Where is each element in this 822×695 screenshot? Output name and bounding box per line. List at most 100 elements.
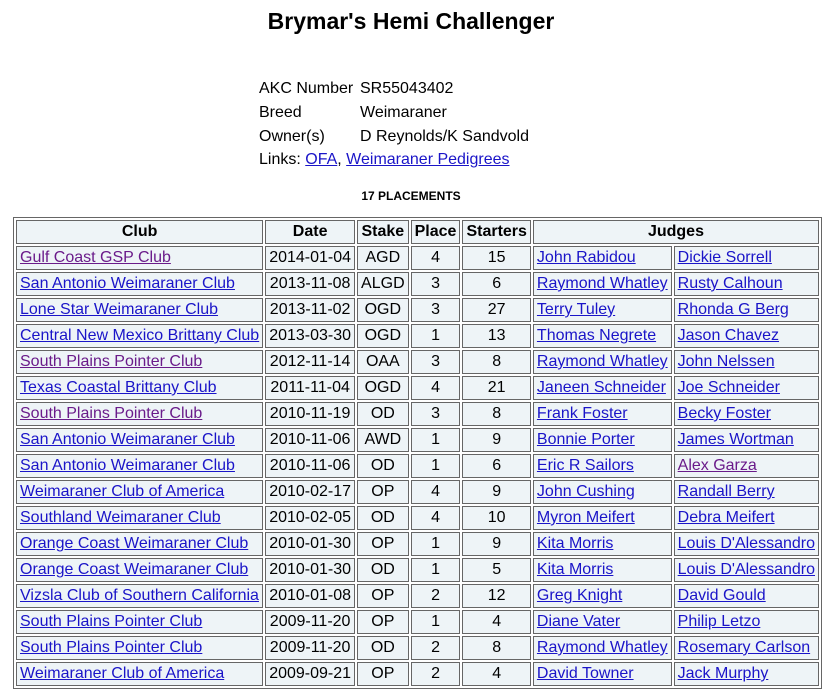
table-row: Lone Star Weimaraner Club 2013-11-02 OGD 3 2… — [16, 298, 819, 322]
stake-cell: OGD — [357, 324, 409, 348]
date-cell: 2011-11-04 — [265, 376, 356, 400]
table-row: South Plains Pointer Club 2010-11-19 OD 3 8 F… — [16, 402, 819, 426]
judge-link[interactable]: Diane Vater — [537, 613, 620, 630]
placements-heading: 17 PLACEMENTS — [361, 189, 461, 203]
starters-cell: 15 — [462, 246, 531, 270]
weimaraner-pedigrees-link[interactable]: Weimaraner Pedigrees — [346, 151, 509, 168]
judge-link[interactable]: David Gould — [678, 587, 766, 604]
place-cell: 3 — [410, 402, 461, 426]
club-link[interactable]: Vizsla Club of Southern California — [20, 587, 259, 604]
table-row: Southland Weimaraner Club 2010-02-05 OD 4 10… — [16, 506, 819, 530]
judge-cell: Philip Letzo — [673, 610, 819, 634]
place-cell: 4 — [410, 480, 461, 504]
judge-cell: Rosemary Carlson — [673, 636, 819, 660]
club-link[interactable]: Weimaraner Club of America — [20, 483, 224, 500]
judge-link[interactable]: Debra Meifert — [678, 509, 775, 526]
starters-cell: 8 — [462, 350, 531, 374]
judge-link[interactable]: Terry Tuley — [537, 301, 615, 318]
judge-link[interactable]: Eric R Sailors — [537, 457, 634, 474]
table-row: San Antonio Weimaraner Club 2010-11-06 OD 1… — [16, 454, 819, 478]
club-link[interactable]: San Antonio Weimaraner Club — [20, 431, 235, 448]
club-cell: South Plains Pointer Club — [16, 402, 264, 426]
judge-link[interactable]: Becky Foster — [678, 405, 771, 422]
club-link[interactable]: South Plains Pointer Club — [20, 639, 202, 656]
judge-link[interactable]: Jack Murphy — [678, 665, 769, 682]
stake-cell: OP — [357, 610, 409, 634]
judge-link[interactable]: John Nelssen — [678, 353, 775, 370]
judge-link[interactable]: Rosemary Carlson — [678, 639, 810, 656]
table-row: Orange Coast Weimaraner Club 2010-01-30 OD… — [16, 558, 819, 582]
club-cell: South Plains Pointer Club — [16, 350, 264, 374]
judge-cell: Jason Chavez — [673, 324, 819, 348]
judge-link[interactable]: John Rabidou — [537, 249, 636, 266]
judge-link[interactable]: Randall Berry — [678, 483, 775, 500]
judge-link[interactable]: Myron Meifert — [537, 509, 635, 526]
club-link[interactable]: San Antonio Weimaraner Club — [20, 457, 235, 474]
judge-link[interactable]: Greg Knight — [537, 587, 622, 604]
place-cell: 4 — [410, 376, 461, 400]
judge-link[interactable]: Janeen Schneider — [537, 379, 666, 396]
judge-link[interactable]: Bonnie Porter — [537, 431, 635, 448]
judge-link[interactable]: John Cushing — [537, 483, 635, 500]
column-header-date: Date — [265, 220, 356, 244]
judge-link[interactable]: Rusty Calhoun — [678, 275, 783, 292]
judge-link[interactable]: James Wortman — [678, 431, 794, 448]
starters-cell: 4 — [462, 610, 531, 634]
judge-link[interactable]: Louis D'Alessandro — [678, 561, 815, 578]
judge-link[interactable]: Kita Morris — [537, 535, 613, 552]
stake-cell: OGD — [357, 376, 409, 400]
starters-cell: 12 — [462, 584, 531, 608]
judge-link[interactable]: Louis D'Alessandro — [678, 535, 815, 552]
judge-link[interactable]: Thomas Negrete — [537, 327, 656, 344]
club-link[interactable]: Lone Star Weimaraner Club — [20, 301, 218, 318]
judge-cell: Myron Meifert — [532, 506, 672, 530]
club-link[interactable]: Southland Weimaraner Club — [20, 509, 221, 526]
links-label: Links: — [259, 151, 301, 168]
club-link[interactable]: South Plains Pointer Club — [20, 613, 202, 630]
date-cell: 2009-11-20 — [265, 610, 356, 634]
table-row: San Antonio Weimaraner Club 2013-11-08 ALG… — [16, 272, 819, 296]
column-header-place: Place — [410, 220, 461, 244]
info-label: Owner(s) — [259, 128, 325, 145]
club-link[interactable]: San Antonio Weimaraner Club — [20, 275, 235, 292]
table-row: South Plains Pointer Club 2012-11-14 OAA 3 8… — [16, 350, 819, 374]
judge-cell: James Wortman — [673, 428, 819, 452]
club-link[interactable]: South Plains Pointer Club — [20, 353, 202, 370]
stake-cell: OP — [357, 480, 409, 504]
judge-cell: Joe Schneider — [673, 376, 819, 400]
club-link[interactable]: Gulf Coast GSP Club — [20, 249, 171, 266]
date-cell: 2013-11-08 — [265, 272, 356, 296]
date-cell: 2010-11-19 — [265, 402, 356, 426]
judge-cell: Thomas Negrete — [532, 324, 672, 348]
judge-cell: Louis D'Alessandro — [673, 558, 819, 582]
club-link[interactable]: Orange Coast Weimaraner Club — [20, 561, 248, 578]
links-separator: , — [337, 151, 342, 168]
judge-link[interactable]: Joe Schneider — [678, 379, 780, 396]
judge-link[interactable]: Raymond Whatley — [537, 275, 668, 292]
judge-link[interactable]: Jason Chavez — [678, 327, 779, 344]
ofa-link[interactable]: OFA — [305, 151, 337, 168]
judge-link[interactable]: Kita Morris — [537, 561, 613, 578]
judge-link[interactable]: Rhonda G Berg — [678, 301, 789, 318]
judge-link[interactable]: Dickie Sorrell — [678, 249, 772, 266]
judge-link[interactable]: Raymond Whatley — [537, 353, 668, 370]
club-link[interactable]: Orange Coast Weimaraner Club — [20, 535, 248, 552]
date-cell: 2010-02-05 — [265, 506, 356, 530]
judge-cell: Greg Knight — [532, 584, 672, 608]
judge-link[interactable]: Alex Garza — [678, 457, 757, 474]
starters-cell: 10 — [462, 506, 531, 530]
stake-cell: OD — [357, 454, 409, 478]
club-cell: South Plains Pointer Club — [16, 636, 264, 660]
club-link[interactable]: Texas Coastal Brittany Club — [20, 379, 217, 396]
judge-link[interactable]: Raymond Whatley — [537, 639, 668, 656]
judge-link[interactable]: Frank Foster — [537, 405, 628, 422]
club-link[interactable]: Weimaraner Club of America — [20, 665, 224, 682]
judge-cell: Janeen Schneider — [532, 376, 672, 400]
club-cell: Vizsla Club of Southern California — [16, 584, 264, 608]
table-row: Weimaraner Club of America 2010-02-17 OP 4 9… — [16, 480, 819, 504]
judge-link[interactable]: Philip Letzo — [678, 613, 761, 630]
club-link[interactable]: South Plains Pointer Club — [20, 405, 202, 422]
table-row: Orange Coast Weimaraner Club 2010-01-30 OP… — [16, 532, 819, 556]
judge-link[interactable]: David Towner — [537, 665, 634, 682]
club-link[interactable]: Central New Mexico Brittany Club — [20, 327, 259, 344]
